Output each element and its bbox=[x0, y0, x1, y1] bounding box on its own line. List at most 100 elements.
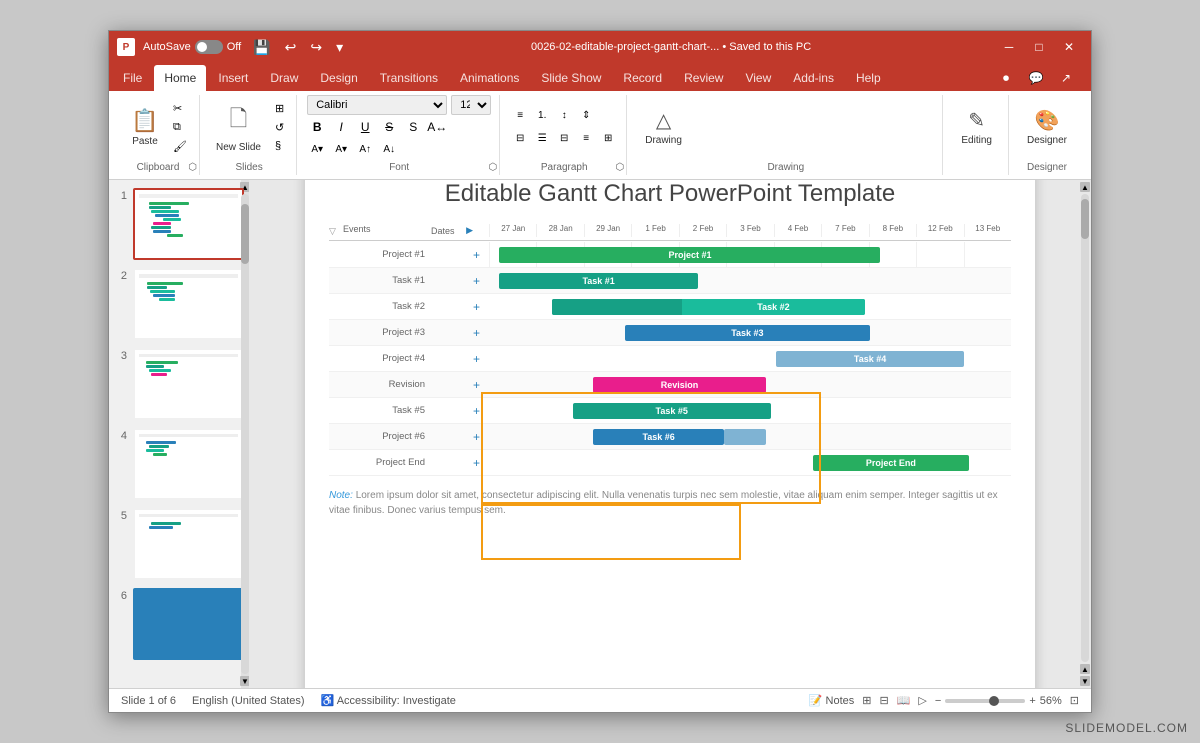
canvas-scroll-down-1[interactable]: ▲ bbox=[1080, 664, 1090, 674]
normal-view-button[interactable]: ⊞ bbox=[862, 694, 871, 707]
tab-file[interactable]: File bbox=[113, 65, 152, 91]
gantt-add-project4[interactable]: + bbox=[473, 352, 489, 366]
fit-slide-button[interactable]: ⊡ bbox=[1070, 694, 1079, 707]
slide-preview-5[interactable] bbox=[133, 508, 244, 580]
paragraph-expand-icon[interactable]: ⬡ bbox=[615, 162, 624, 173]
drawing-button[interactable]: △ Drawing bbox=[637, 104, 690, 150]
decrease-font-button[interactable]: A↓ bbox=[379, 139, 399, 159]
slide-preview-4[interactable] bbox=[133, 428, 244, 500]
align-right-button[interactable]: ⊟ bbox=[554, 129, 574, 149]
smart-art-button[interactable]: ⊞ bbox=[598, 129, 618, 149]
designer-button[interactable]: 🎨 Designer bbox=[1019, 104, 1075, 150]
reset-button[interactable]: ↺ bbox=[271, 119, 288, 136]
slide-preview-2[interactable] bbox=[133, 268, 244, 340]
maximize-button[interactable]: □ bbox=[1025, 37, 1053, 57]
save-icon[interactable]: 💾 bbox=[249, 37, 274, 58]
tab-draw[interactable]: Draw bbox=[260, 65, 308, 91]
numbering-button[interactable]: 1. bbox=[532, 106, 552, 126]
font-color-button[interactable]: A▾ bbox=[331, 139, 351, 159]
increase-font-button[interactable]: A↑ bbox=[355, 139, 375, 159]
tab-slideshow[interactable]: Slide Show bbox=[531, 65, 611, 91]
zoom-slider[interactable] bbox=[945, 699, 1025, 703]
notes-button[interactable]: 📝 Notes bbox=[809, 694, 855, 707]
gantt-add-task5[interactable]: + bbox=[473, 404, 489, 418]
presenter-view-button[interactable]: ▷ bbox=[918, 694, 926, 707]
tab-transitions[interactable]: Transitions bbox=[370, 65, 448, 91]
bullets-button[interactable]: ≡ bbox=[510, 106, 530, 126]
font-expand-icon[interactable]: ⬡ bbox=[488, 162, 497, 173]
canvas-scroll-up[interactable]: ▲ bbox=[1080, 182, 1090, 192]
font-family-select[interactable]: Calibri bbox=[307, 95, 447, 115]
zoom-in-icon[interactable]: + bbox=[1029, 695, 1035, 707]
minimize-button[interactable]: ─ bbox=[995, 37, 1023, 57]
editing-button[interactable]: ✎ Editing bbox=[953, 104, 1000, 150]
gantt-add-task2[interactable]: + bbox=[473, 300, 489, 314]
redo-icon[interactable]: ↪ bbox=[306, 37, 326, 58]
underline-button[interactable]: U bbox=[355, 117, 375, 137]
slide-thumb-3[interactable]: 3 bbox=[113, 348, 244, 420]
tab-view[interactable]: View bbox=[735, 65, 781, 91]
tab-design[interactable]: Design bbox=[310, 65, 367, 91]
zoom-out-icon[interactable]: − bbox=[935, 695, 941, 707]
copy-button[interactable]: ⧉ bbox=[169, 119, 191, 136]
canvas-scrollbar[interactable]: ▲ ▲ ▼ bbox=[1079, 180, 1091, 688]
col-spacing-button[interactable]: ↕ bbox=[554, 106, 574, 126]
tab-help[interactable]: Help bbox=[846, 65, 891, 91]
tab-animations[interactable]: Animations bbox=[450, 65, 529, 91]
section-button[interactable]: § bbox=[271, 138, 288, 154]
slide-thumb-2[interactable]: 2 bbox=[113, 268, 244, 340]
gantt-add-task1[interactable]: + bbox=[473, 274, 489, 288]
bold-button[interactable]: B bbox=[307, 117, 327, 137]
close-button[interactable]: ✕ bbox=[1055, 37, 1083, 57]
layout-button[interactable]: ⊞ bbox=[271, 100, 288, 117]
tab-home[interactable]: Home bbox=[154, 65, 206, 91]
slide-panel: 1 bbox=[109, 180, 249, 688]
strikethrough-button[interactable]: S bbox=[379, 117, 399, 137]
char-spacing-button[interactable]: A↔ bbox=[427, 117, 447, 137]
paste-button[interactable]: 📋 Paste bbox=[125, 104, 165, 151]
text-direction-button[interactable]: ⇕ bbox=[576, 106, 596, 126]
zoom-control[interactable]: − + 56% bbox=[935, 695, 1062, 707]
gantt-add-projectend[interactable]: + bbox=[473, 456, 489, 470]
slide-thumb-6[interactable]: 6 bbox=[113, 588, 244, 660]
gantt-add-project3[interactable]: + bbox=[473, 326, 489, 340]
slide-thumb-1[interactable]: 1 bbox=[113, 188, 244, 260]
ribbon-icon-comment[interactable]: 💬 bbox=[1023, 65, 1049, 91]
align-left-button[interactable]: ⊟ bbox=[510, 129, 530, 149]
gantt-add-project6[interactable]: + bbox=[473, 430, 489, 444]
new-slide-button[interactable]: 🗋 New Slide bbox=[210, 98, 267, 157]
slide-preview-3[interactable] bbox=[133, 348, 244, 420]
tab-record[interactable]: Record bbox=[613, 65, 672, 91]
customize-icon[interactable]: ▾ bbox=[332, 37, 347, 58]
canvas-scroll-thumb[interactable] bbox=[1081, 199, 1089, 239]
slide-preview-6[interactable] bbox=[133, 588, 244, 660]
clipboard-expand-icon[interactable]: ⬡ bbox=[188, 162, 197, 173]
scroll-thumb[interactable] bbox=[241, 204, 249, 264]
justify-button[interactable]: ≡ bbox=[576, 129, 596, 149]
font-size-select[interactable]: 12 bbox=[451, 95, 491, 115]
gantt-add-project1[interactable]: + bbox=[473, 248, 489, 262]
tab-review[interactable]: Review bbox=[674, 65, 733, 91]
autosave-toggle[interactable] bbox=[195, 40, 223, 54]
undo-icon[interactable]: ↩ bbox=[281, 37, 301, 58]
slide-preview-1[interactable] bbox=[133, 188, 244, 260]
ribbon-icon-record[interactable]: ⏺ bbox=[993, 65, 1019, 91]
canvas-scroll-down-2[interactable]: ▼ bbox=[1080, 676, 1090, 686]
slide-thumb-5[interactable]: 5 bbox=[113, 508, 244, 580]
cut-button[interactable]: ✂ bbox=[169, 100, 191, 117]
shadow-button[interactable]: S bbox=[403, 117, 423, 137]
reading-view-button[interactable]: 📖 bbox=[897, 694, 911, 707]
tab-addins[interactable]: Add-ins bbox=[783, 65, 844, 91]
tab-insert[interactable]: Insert bbox=[208, 65, 258, 91]
italic-button[interactable]: I bbox=[331, 117, 351, 137]
highlight-button[interactable]: A▾ bbox=[307, 139, 327, 159]
gantt-label-project6: Project #6 bbox=[343, 431, 431, 442]
slide-thumb-4[interactable]: 4 bbox=[113, 428, 244, 500]
gantt-add-revision[interactable]: + bbox=[473, 378, 489, 392]
align-center-button[interactable]: ☰ bbox=[532, 129, 552, 149]
slide-sorter-button[interactable]: ⊟ bbox=[879, 694, 888, 707]
slide-panel-scrollbar[interactable]: ▲ ▼ bbox=[241, 180, 249, 688]
autosave-control[interactable]: AutoSave Off bbox=[143, 40, 241, 54]
ribbon-icon-share[interactable]: ↗ bbox=[1053, 65, 1079, 91]
format-painter-button[interactable]: 🖌 bbox=[169, 138, 191, 155]
